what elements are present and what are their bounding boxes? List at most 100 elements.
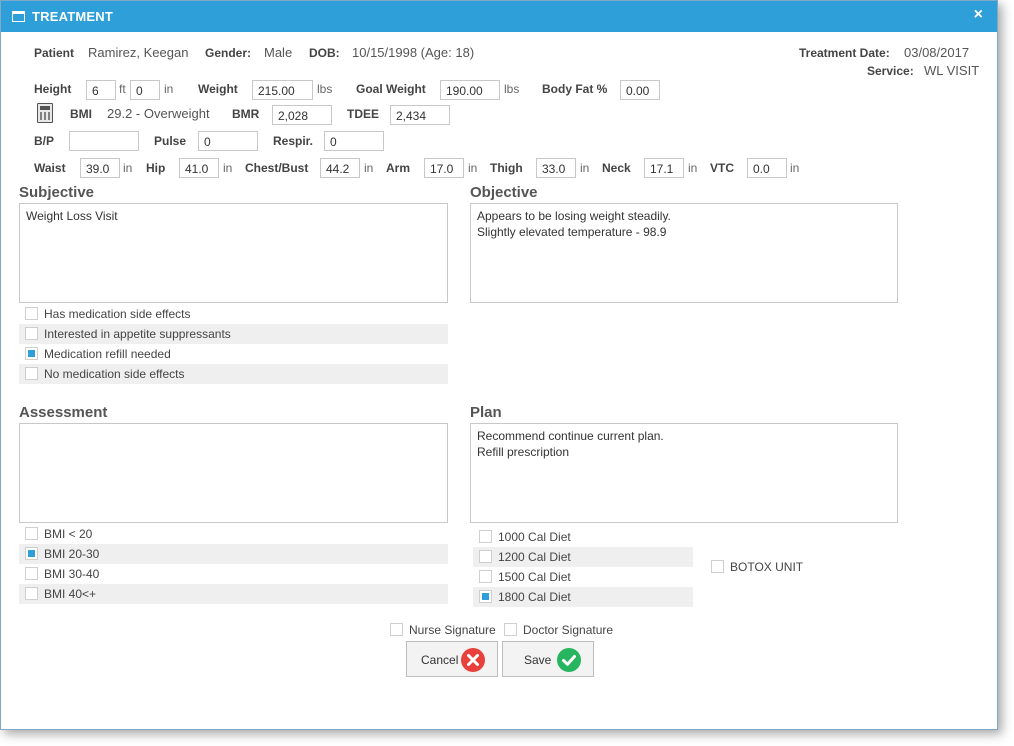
in-unit: in bbox=[164, 82, 174, 96]
arm-unit: in bbox=[468, 161, 478, 175]
option-label: Doctor Signature bbox=[523, 623, 614, 637]
subjective-option-no-side-effects[interactable]: No medication side effects bbox=[19, 364, 448, 384]
assessment-option-bmi-under-20[interactable]: BMI < 20 bbox=[19, 524, 448, 544]
subjective-option-appetite[interactable]: Interested in appetite suppressants bbox=[19, 324, 448, 344]
arm-input[interactable]: 17.0 bbox=[424, 158, 464, 178]
close-icon[interactable]: × bbox=[974, 6, 983, 24]
nurse-signature-option[interactable]: Nurse Signature bbox=[384, 620, 499, 640]
checkbox[interactable] bbox=[25, 327, 38, 340]
treatment-date-label: Treatment Date: bbox=[799, 46, 890, 60]
tdee-input[interactable]: 2,434 bbox=[390, 105, 450, 125]
goal-weight-unit: lbs bbox=[504, 82, 520, 96]
bmr-input[interactable]: 2,028 bbox=[272, 105, 332, 125]
chest-unit: in bbox=[364, 161, 374, 175]
checkbox[interactable] bbox=[25, 527, 38, 540]
subjective-option-refill[interactable]: Medication refill needed bbox=[19, 344, 448, 364]
height-in-input[interactable]: 0 bbox=[130, 80, 160, 100]
pulse-input[interactable]: 0 bbox=[198, 131, 258, 151]
treatment-window: TREATMENT × Patient Ramirez, Keegan Gend… bbox=[0, 0, 998, 730]
window-title: TREATMENT bbox=[32, 9, 113, 24]
cancel-button[interactable]: Cancel bbox=[406, 641, 498, 677]
cancel-x-icon bbox=[461, 648, 485, 672]
option-label: BMI < 20 bbox=[44, 527, 93, 541]
checkbox-checked[interactable] bbox=[479, 590, 492, 603]
chest-label: Chest/Bust bbox=[245, 161, 309, 175]
bp-input[interactable] bbox=[69, 131, 139, 151]
checkbox[interactable] bbox=[25, 567, 38, 580]
plan-option-1800-cal[interactable]: 1800 Cal Diet bbox=[473, 587, 693, 607]
body-fat-input[interactable]: 0.00 bbox=[620, 80, 660, 100]
option-label: 1000 Cal Diet bbox=[498, 530, 571, 544]
bmr-label: BMR bbox=[232, 107, 260, 121]
subjective-title: Subjective bbox=[19, 184, 95, 201]
hip-input[interactable]: 41.0 bbox=[179, 158, 219, 178]
plan-option-1500-cal[interactable]: 1500 Cal Diet bbox=[473, 567, 693, 587]
height-ft-input[interactable]: 6 bbox=[86, 80, 116, 100]
assessment-option-bmi-20-30[interactable]: BMI 20-30 bbox=[19, 544, 448, 564]
goal-weight-label: Goal Weight bbox=[356, 82, 426, 96]
checkbox[interactable] bbox=[504, 623, 517, 636]
botox-unit-option[interactable]: BOTOX UNIT bbox=[705, 557, 825, 577]
weight-unit: lbs bbox=[317, 82, 333, 96]
bp-label: B/P bbox=[34, 134, 55, 148]
assessment-option-bmi-30-40[interactable]: BMI 30-40 bbox=[19, 564, 448, 584]
plan-option-1000-cal[interactable]: 1000 Cal Diet bbox=[473, 527, 693, 547]
dob-value: 10/15/1998 (Age: 18) bbox=[352, 45, 475, 60]
plan-title: Plan bbox=[470, 404, 502, 421]
calculator-icon[interactable] bbox=[37, 103, 53, 123]
subjective-line: Weight Loss Visit bbox=[26, 209, 118, 223]
vtc-input[interactable]: 0.0 bbox=[747, 158, 787, 178]
hip-label: Hip bbox=[146, 161, 166, 175]
objective-textarea[interactable]: Appears to be losing weight steadily. Sl… bbox=[470, 203, 898, 303]
plan-line: Refill prescription bbox=[477, 445, 570, 459]
option-label: 1800 Cal Diet bbox=[498, 590, 571, 604]
checkbox[interactable] bbox=[25, 587, 38, 600]
chest-input[interactable]: 44.2 bbox=[320, 158, 360, 178]
thigh-input[interactable]: 33.0 bbox=[536, 158, 576, 178]
option-label: BMI 30-40 bbox=[44, 567, 100, 581]
service-label: Service: bbox=[867, 64, 914, 78]
checkbox-checked[interactable] bbox=[25, 547, 38, 560]
patient-name: Ramirez, Keegan bbox=[88, 45, 189, 60]
gender-label: Gender: bbox=[205, 46, 252, 60]
save-button[interactable]: Save bbox=[502, 641, 594, 677]
subjective-textarea[interactable]: Weight Loss Visit bbox=[19, 203, 448, 303]
service-value: WL VISIT bbox=[924, 63, 980, 78]
checkbox[interactable] bbox=[711, 560, 724, 573]
option-label: BMI 20-30 bbox=[44, 547, 100, 561]
checkbox[interactable] bbox=[25, 367, 38, 380]
assessment-option-bmi-40-plus[interactable]: BMI 40<+ bbox=[19, 584, 448, 604]
subjective-option-side-effects[interactable]: Has medication side effects bbox=[19, 304, 448, 324]
hip-unit: in bbox=[223, 161, 233, 175]
bmi-label: BMI bbox=[70, 107, 92, 121]
checkbox[interactable] bbox=[390, 623, 403, 636]
ft-unit: ft bbox=[119, 82, 126, 96]
tdee-label: TDEE bbox=[347, 107, 380, 121]
window-icon bbox=[12, 11, 25, 22]
plan-option-1200-cal[interactable]: 1200 Cal Diet bbox=[473, 547, 693, 567]
neck-label: Neck bbox=[602, 161, 631, 175]
objective-line: Slightly elevated temperature - 98.9 bbox=[477, 225, 667, 239]
option-label: 1500 Cal Diet bbox=[498, 570, 571, 584]
weight-input[interactable]: 215.00 bbox=[252, 80, 313, 100]
arm-label: Arm bbox=[386, 161, 411, 175]
weight-label: Weight bbox=[198, 82, 238, 96]
doctor-signature-option[interactable]: Doctor Signature bbox=[498, 620, 623, 640]
pulse-label: Pulse bbox=[154, 134, 187, 148]
neck-input[interactable]: 17.1 bbox=[644, 158, 684, 178]
respir-label: Respir. bbox=[273, 134, 314, 148]
gender-value: Male bbox=[264, 45, 293, 60]
objective-line: Appears to be losing weight steadily. bbox=[477, 209, 671, 223]
respir-input[interactable]: 0 bbox=[324, 131, 384, 151]
plan-textarea[interactable]: Recommend continue current plan. Refill … bbox=[470, 423, 898, 523]
checkbox[interactable] bbox=[479, 530, 492, 543]
cancel-label: Cancel bbox=[421, 653, 459, 667]
checkbox-checked[interactable] bbox=[25, 347, 38, 360]
checkbox[interactable] bbox=[479, 570, 492, 583]
checkbox[interactable] bbox=[25, 307, 38, 320]
goal-weight-input[interactable]: 190.00 bbox=[440, 80, 500, 100]
checkbox[interactable] bbox=[479, 550, 492, 563]
title-bar: TREATMENT × bbox=[1, 1, 997, 32]
waist-input[interactable]: 39.0 bbox=[80, 158, 120, 178]
assessment-textarea[interactable] bbox=[19, 423, 448, 523]
